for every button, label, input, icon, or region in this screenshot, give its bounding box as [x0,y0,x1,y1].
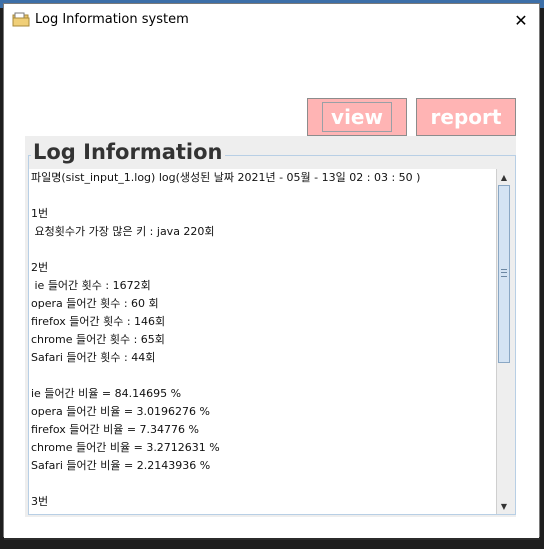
log-line: 2번 [31,261,49,274]
log-lines: 파일명(sist_input_1.log) log(생성된 날짜 2021년 -… [29,169,496,511]
log-line: firefox 들어간 횟수 : 146회 [31,315,166,328]
arrow-up-icon[interactable]: ▲ [497,169,511,185]
log-line: ie 들어간 횟수 : 1672회 [31,279,151,292]
grip-icon [501,269,507,277]
log-line: chrome 들어간 횟수 : 65회 [31,333,165,346]
folder-icon [12,12,30,28]
log-line: firefox 들어간 비율 = 7.34776 % [31,423,199,436]
log-line: Safari 들어간 횟수 : 44회 [31,351,156,364]
log-line: chrome 들어간 비율 = 3.2712631 % [31,441,220,454]
log-information-window: Log Information system ✕ view report Log… [3,3,540,538]
vertical-scrollbar[interactable]: ▲ ▼ [496,169,511,514]
view-button-label: view [322,102,392,132]
background-bottom-strip [0,540,544,549]
log-line: ie 들어간 비율 = 84.14695 % [31,387,182,400]
view-button[interactable]: view [307,98,407,136]
log-line: opera 들어간 횟수 : 60 회 [31,297,159,310]
log-line: Safari 들어간 비율 = 2.2143936 % [31,459,211,472]
title-bar[interactable]: Log Information system ✕ [4,4,539,36]
window-title: Log Information system [35,12,189,27]
log-line: 파일명(sist_input_1.log) log(생성된 날짜 2021년 -… [31,171,421,184]
window-content: view report Log Information 파일명(sist_inp… [4,36,539,538]
log-textarea[interactable]: 파일명(sist_input_1.log) log(생성된 날짜 2021년 -… [29,169,496,514]
log-line: 3번 [31,495,49,508]
arrow-down-icon[interactable]: ▼ [497,498,511,514]
log-line: 요청횟수가 가장 많은 키 : java 220회 [31,225,215,238]
panel-title: Log Information [31,140,225,164]
background-right-strip [540,8,544,549]
log-line: opera 들어간 비율 = 3.0196276 % [31,405,210,418]
report-button-label: report [430,105,502,129]
close-icon[interactable]: ✕ [511,10,531,30]
log-line: 1번 [31,207,49,220]
report-button[interactable]: report [416,98,516,136]
scroll-thumb[interactable] [498,185,510,363]
